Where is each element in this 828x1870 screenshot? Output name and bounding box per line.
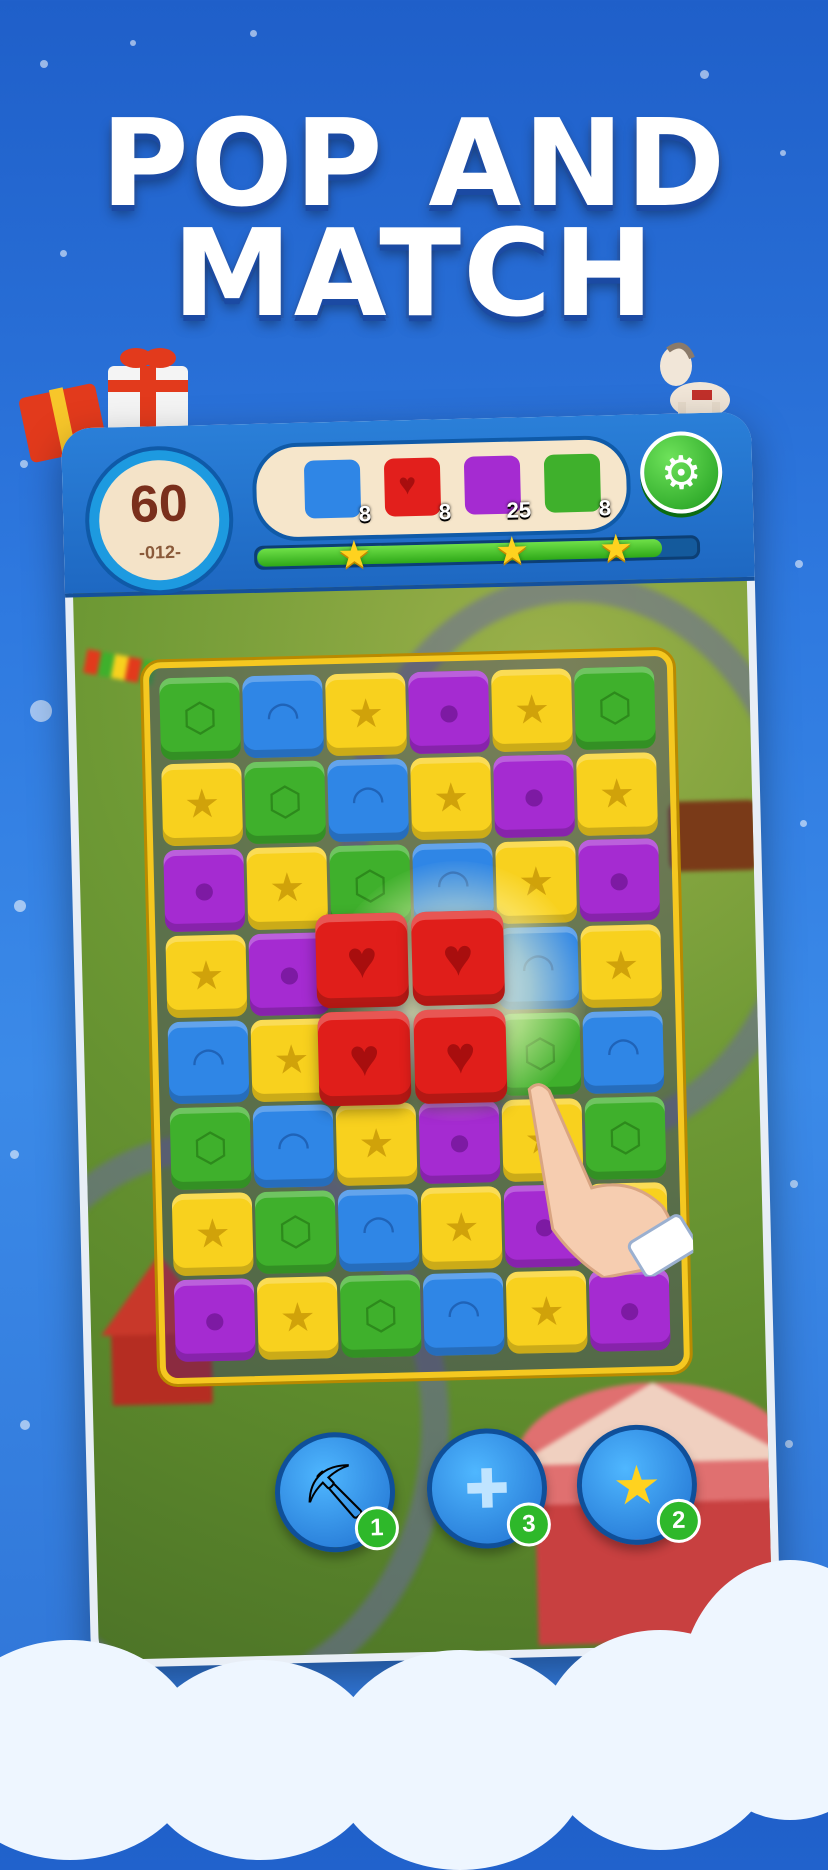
goal-green: 8: [543, 453, 611, 520]
cube-yellow[interactable]: ★: [246, 846, 329, 931]
star-wand-icon: ★: [612, 1454, 662, 1516]
moves-value: 60: [129, 474, 189, 534]
cube-purple[interactable]: ●: [578, 838, 661, 923]
cube-yellow[interactable]: ★: [256, 1276, 339, 1361]
goals-panel: 8 ♥ 8 25 8: [251, 434, 632, 542]
cube-blue[interactable]: ◠: [422, 1272, 505, 1357]
cube-purple[interactable]: ●: [408, 670, 490, 755]
star-icon: ★: [494, 530, 530, 574]
cube-blue[interactable]: ◠: [242, 674, 325, 759]
cube-green[interactable]: ⬡: [159, 676, 242, 761]
game-board: ⬡◠★●★⬡★⬡◠★●★●★⬡◠★●★●◠★◠★⬡◠⬡◠★●★⬡★⬡◠★●★●★…: [142, 649, 694, 1385]
cube-yellow[interactable]: ★: [335, 1102, 418, 1187]
cube-grid: ⬡◠★●★⬡★⬡◠★●★●★⬡◠★●★●◠★◠★⬡◠⬡◠★●★⬡★⬡◠★●★●★…: [159, 666, 694, 1368]
cube-purple[interactable]: ●: [493, 754, 576, 839]
cube-red-selected[interactable]: ♥: [413, 1007, 508, 1105]
treasure-chest: [668, 799, 760, 872]
cube-yellow[interactable]: ★: [580, 924, 663, 1009]
cube-green[interactable]: ⬡: [254, 1190, 337, 1275]
cube-blue[interactable]: ◠: [167, 1020, 250, 1105]
cube-yellow[interactable]: ★: [165, 934, 248, 1019]
cube-yellow[interactable]: ★: [420, 1186, 503, 1271]
cube-blue[interactable]: ◠: [252, 1104, 335, 1189]
cube-yellow[interactable]: ★: [325, 672, 408, 757]
cube-blue[interactable]: ◠: [327, 758, 410, 843]
cube-purple[interactable]: ●: [163, 848, 246, 933]
goal-count: 8: [358, 501, 372, 527]
cube-blue[interactable]: ◠: [337, 1188, 420, 1273]
cube-red-selected[interactable]: ♥: [410, 909, 506, 1007]
cube-yellow[interactable]: ★: [505, 1270, 588, 1354]
cross-pipe-icon: ✚: [463, 1458, 511, 1520]
heart-icon: ♥: [398, 467, 417, 502]
gear-icon: ⚙: [659, 445, 703, 499]
game-screen: 60 -012- 8 ♥ 8 25 8 ⚙ ★ ★ ★ ⬡ ◠ ★ ● ★ ⬡ …: [60, 411, 782, 1669]
cube-yellow[interactable]: ★: [161, 762, 244, 847]
cube-yellow[interactable]: ★: [171, 1192, 254, 1277]
cube-purple[interactable]: ●: [588, 1268, 671, 1352]
cube-yellow[interactable]: ★: [490, 668, 573, 753]
headline-line2: MATCH: [172, 205, 656, 344]
star-icon: ★: [336, 534, 372, 577]
goal-count: 8: [438, 499, 452, 525]
cube-green[interactable]: ⬡: [573, 666, 656, 751]
goal-blue: 8: [303, 459, 371, 526]
goal-count: 25: [506, 497, 532, 523]
cube-green[interactable]: ⬡: [244, 760, 327, 845]
cube-purple[interactable]: ●: [173, 1278, 256, 1363]
cube-green[interactable]: ⬡: [169, 1106, 252, 1191]
goal-count: 8: [598, 495, 612, 521]
goal-red: ♥ 8: [383, 457, 451, 524]
cube-yellow[interactable]: ★: [576, 752, 659, 837]
cube-red-selected[interactable]: ♥: [317, 1010, 412, 1107]
goal-purple: 25: [463, 455, 531, 523]
hud-bar: 60 -012- 8 ♥ 8 25 8 ⚙ ★ ★ ★: [60, 411, 755, 598]
moves-counter: 60 -012-: [87, 448, 231, 592]
level-number: -012-: [138, 541, 182, 563]
cube-green[interactable]: ⬡: [339, 1274, 422, 1359]
star-icon: ★: [598, 527, 634, 571]
cube-yellow[interactable]: ★: [410, 756, 493, 841]
pointing-hand-icon: [527, 1083, 694, 1280]
settings-button[interactable]: ⚙: [639, 430, 724, 515]
cube-red-selected[interactable]: ♥: [314, 912, 410, 1009]
